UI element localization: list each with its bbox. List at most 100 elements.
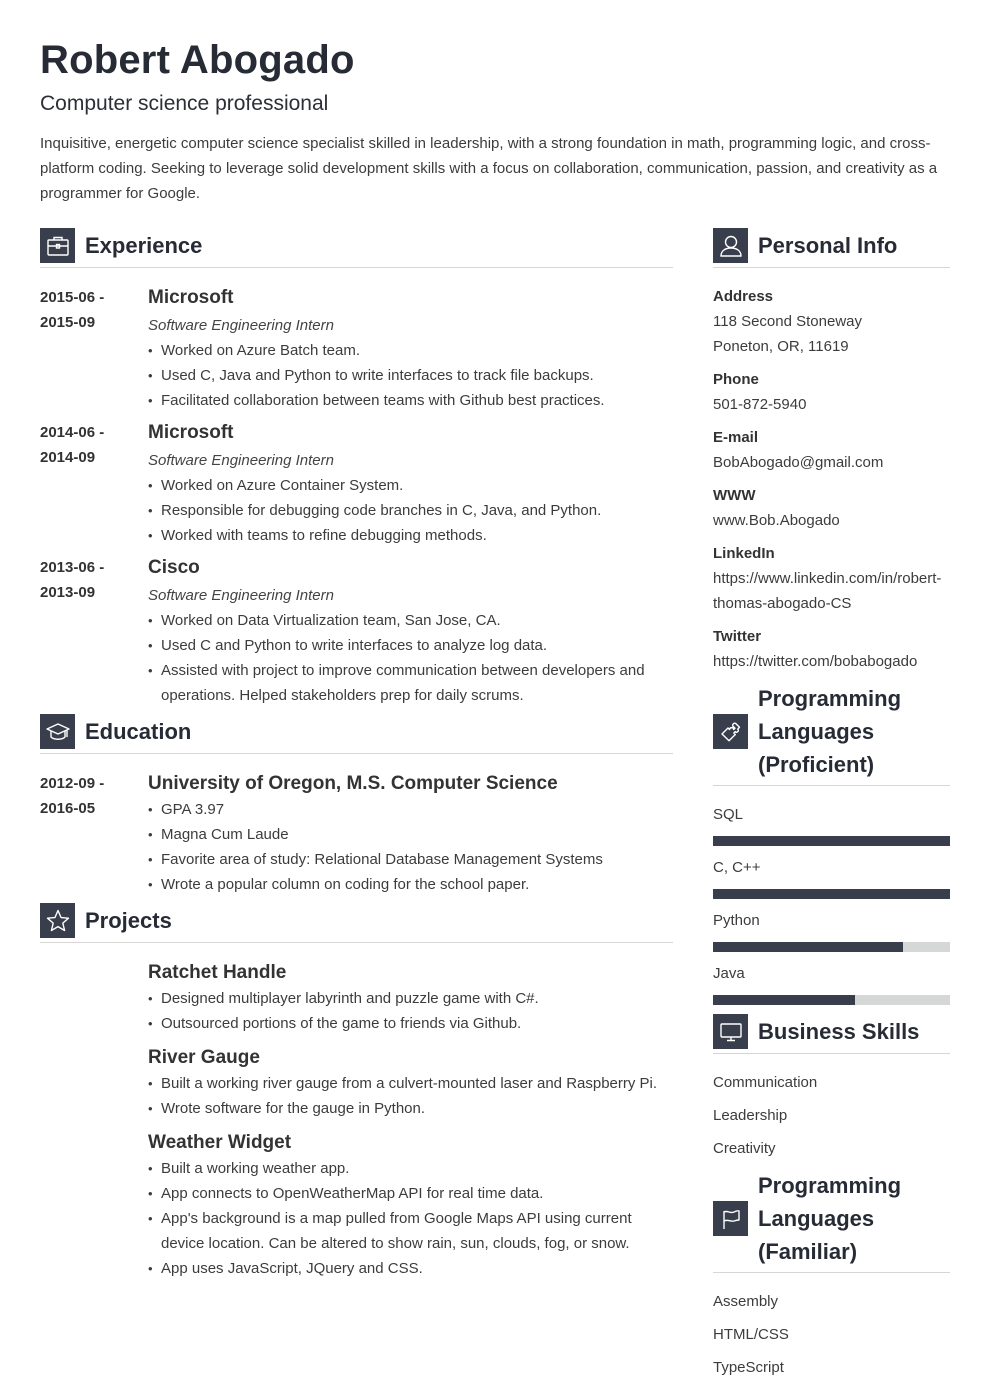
bullet-item: Designed multiplayer labyrinth and puzzl… [148, 986, 673, 1011]
label-email: E-mail [713, 429, 759, 446]
value-phone: 501-872-5940 [713, 392, 950, 417]
skill-name: Python [713, 912, 760, 929]
business-skill: Communication [713, 1074, 818, 1091]
personal-info-section: Personal Info Address 118 Second Stoneway… [713, 228, 950, 674]
education-header: Education [40, 714, 673, 754]
monitor-icon [713, 1014, 748, 1049]
bullet-item: Worked on Data Virtualization team, San … [148, 608, 673, 633]
value-www[interactable]: www.Bob.Abogado [713, 508, 950, 533]
bullet-item: Responsible for debugging code branches … [148, 498, 673, 523]
familiar-language: HTML/CSS [713, 1326, 789, 1343]
value-line: www.Bob.Abogado [713, 512, 840, 529]
business-skills-section: Business Skills Communication Leadership C… [713, 1014, 950, 1161]
projects-header: Projects [40, 903, 673, 943]
user-icon [713, 228, 748, 263]
skill-name: Java [713, 965, 745, 982]
value-line: Poneton, OR, 11619 [713, 338, 849, 355]
bullet-item: App's background is a map pulled from Go… [148, 1206, 673, 1256]
value-line: BobAbogado@gmail.com [713, 454, 884, 471]
value-linkedin[interactable]: https://www.linkedin.com/in/robert-thoma… [713, 566, 950, 616]
star-icon [40, 903, 75, 938]
value-email[interactable]: BobAbogado@gmail.com [713, 450, 950, 475]
job-role: Software Engineering Intern [148, 587, 334, 604]
bullet-item: Favorite area of study: Relational Datab… [148, 847, 673, 872]
date-end: 2016-05 [40, 800, 96, 817]
familiar-language: TypeScript [713, 1359, 784, 1376]
business-skill: Creativity [713, 1140, 776, 1157]
bullet-list: Worked on Azure Batch team.Used C, Java … [148, 338, 673, 413]
date-start: 2013-06 - [40, 559, 105, 576]
date-end: 2013-09 [40, 584, 96, 601]
business-skill: Leadership [713, 1107, 788, 1124]
value-address: 118 Second Stoneway Poneton, OR, 11619 [713, 309, 950, 359]
flag-icon [713, 1201, 748, 1236]
skill-level-fill [713, 942, 903, 952]
personal-info-header: Personal Info [713, 228, 950, 268]
summary: Inquisitive, energetic computer science … [40, 135, 938, 202]
date-range: 2015-06 - 2015-09 [40, 284, 148, 413]
bullet-item: Worked with teams to refine debugging me… [148, 523, 673, 548]
label-www: WWW [713, 487, 756, 504]
skill-level-bar [713, 942, 950, 952]
projects-section: Projects Ratchet Handle Designed multipla… [40, 903, 673, 1281]
bullet-item: Wrote a popular column on coding for the… [148, 872, 673, 897]
date-start: 2014-06 - [40, 424, 105, 441]
bullet-list: Worked on Data Virtualization team, San … [148, 608, 673, 708]
project-entry: River Gauge Built a working river gauge f… [148, 1044, 673, 1121]
skill-level-fill [713, 836, 950, 846]
bullet-item: Built a working weather app. [148, 1156, 673, 1181]
job-role: Software Engineering Intern [148, 317, 334, 334]
bullet-item: Facilitated collaboration between teams … [148, 388, 673, 413]
entry-body: Microsoft Software Engineering Intern Work… [148, 419, 673, 548]
employer-name: Microsoft [148, 422, 234, 443]
bullet-item: App uses JavaScript, JQuery and CSS. [148, 1256, 673, 1281]
skill-level-bar [713, 995, 950, 1005]
date-start: 2012-09 - [40, 775, 105, 792]
bullet-item: Assisted with project to improve communi… [148, 658, 673, 708]
skill-item: Python [713, 908, 950, 952]
date-end: 2014-09 [40, 449, 96, 466]
project-entry: Ratchet Handle Designed multiplayer labyr… [148, 959, 673, 1036]
business-skills-header: Business Skills [713, 1014, 950, 1054]
date-end: 2015-09 [40, 314, 96, 331]
bullet-item: Magna Cum Laude [148, 822, 673, 847]
label-twitter: Twitter [713, 628, 762, 645]
candidate-name: Robert Abogado [40, 38, 355, 82]
skill-name: C, C++ [713, 859, 761, 876]
bullet-list: GPA 3.97Magna Cum LaudeFavorite area of … [148, 797, 673, 897]
left-column: Experience 2015-06 - 2015-09 Microsoft Soft… [40, 228, 673, 1289]
bullet-item: Worked on Azure Batch team. [148, 338, 673, 363]
label-phone: Phone [713, 371, 759, 388]
skill-item: C, C++ [713, 855, 950, 899]
bullet-item: App connects to OpenWeatherMap API for r… [148, 1181, 673, 1206]
skill-item: Java [713, 961, 950, 1005]
languages-familiar-header: Programming Languages (Familiar) [713, 1169, 950, 1273]
skill-level-fill [713, 889, 950, 899]
bullet-list: Worked on Azure Container System.Respons… [148, 473, 673, 548]
value-line: https://www.linkedin.com/in/robert-thoma… [713, 570, 942, 612]
bullet-item: Built a working river gauge from a culve… [148, 1071, 673, 1096]
experience-heading: Experience [85, 233, 203, 258]
project-name: River Gauge [148, 1047, 260, 1068]
skill-item: SQL [713, 802, 950, 846]
school-name: University of Oregon, M.S. Computer Scie… [148, 773, 558, 794]
languages-familiar-heading: Programming Languages (Familiar) [758, 1173, 902, 1264]
bullet-item: Wrote software for the gauge in Python. [148, 1096, 673, 1121]
puzzle-icon [713, 714, 748, 749]
bullet-item: Outsourced portions of the game to frien… [148, 1011, 673, 1036]
languages-familiar-section: Programming Languages (Familiar) Assembl… [713, 1169, 950, 1380]
value-line: 501-872-5940 [713, 396, 807, 413]
project-entry: Weather Widget Built a working weather ap… [148, 1129, 673, 1281]
education-heading: Education [85, 719, 192, 744]
bullet-list: Built a working river gauge from a culve… [148, 1071, 673, 1121]
skill-level-fill [713, 995, 856, 1005]
candidate-title: Computer science professional [40, 92, 329, 115]
employer-name: Microsoft [148, 287, 234, 308]
languages-proficient-header: Programming Languages (Proficient) [713, 682, 950, 786]
bullet-item: GPA 3.97 [148, 797, 673, 822]
languages-proficient-heading: Programming Languages (Proficient) [758, 686, 902, 777]
value-twitter[interactable]: https://twitter.com/bobabogado [713, 649, 950, 674]
experience-entry: 2014-06 - 2014-09 Microsoft Software Engine… [40, 419, 673, 548]
entry-body: Cisco Software Engineering Intern Worked o… [148, 554, 673, 708]
graduation-cap-icon [40, 714, 75, 749]
